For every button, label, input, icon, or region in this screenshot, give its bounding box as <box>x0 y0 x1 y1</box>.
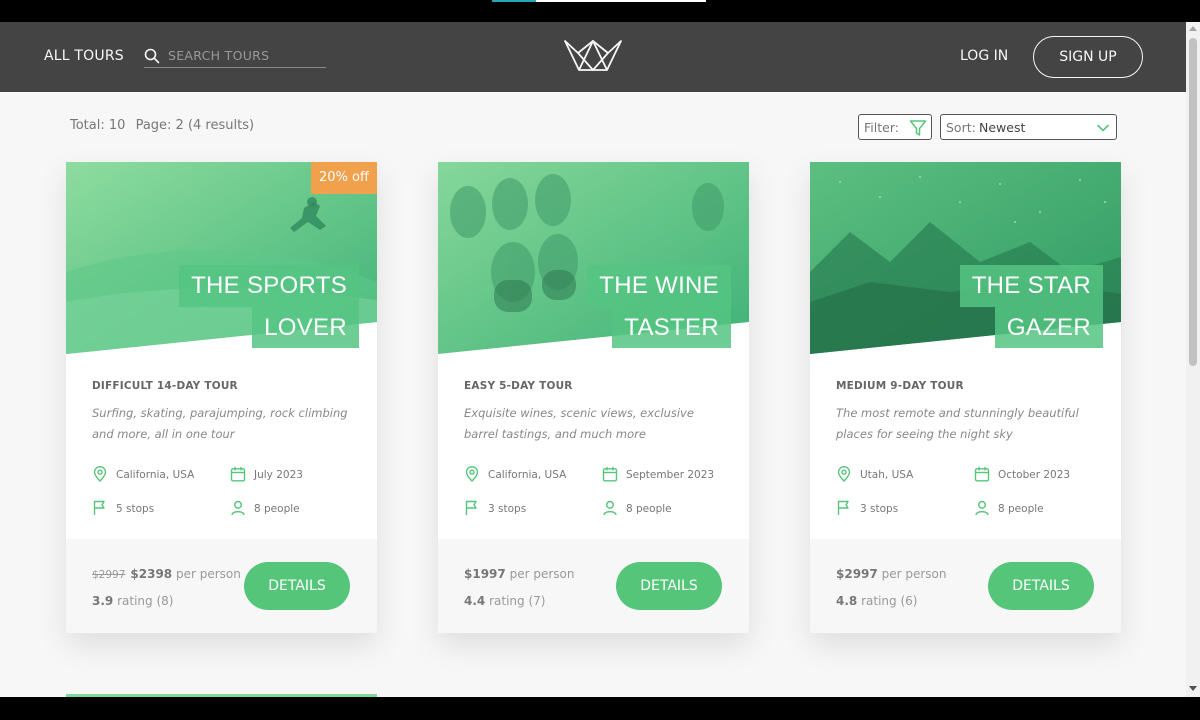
vertical-scrollbar[interactable] <box>1186 22 1200 697</box>
rating-value: 3.9 <box>92 594 114 608</box>
tour-subtitle: MEDIUM 9-DAY TOUR <box>836 380 964 392</box>
tour-card: THE WINE TASTER EASY 5-DAY TOUR Exquisit… <box>438 162 749 633</box>
chevron-down-icon <box>1097 124 1109 132</box>
per-person-label: per person <box>509 567 575 581</box>
rating-label: rating <box>489 594 525 608</box>
rating-value: 4.8 <box>836 594 858 608</box>
tour-image-surfer: 20% off THE SPORTS LOVER <box>66 162 377 354</box>
scroll-down-arrow-icon[interactable] <box>1189 686 1197 691</box>
filter-button[interactable]: Filter: <box>858 114 932 140</box>
filter-funnel-icon <box>909 120 927 136</box>
price: $2398 <box>130 567 173 581</box>
people-text: 8 people <box>254 503 300 515</box>
flag-icon <box>465 500 477 515</box>
stops-text: 5 stops <box>116 503 155 515</box>
search-input[interactable] <box>168 46 324 64</box>
window-top-indicator <box>492 0 706 2</box>
per-person-label: per person <box>175 567 241 581</box>
per-person-label: per person <box>881 567 947 581</box>
tour-description: Exquisite wines, scenic views, exclusive… <box>464 406 694 441</box>
tour-title: THE SPORTS LOVER <box>179 265 359 349</box>
flag-icon <box>837 500 849 515</box>
rating-line: 4.4 rating (7) <box>464 594 545 608</box>
search-box[interactable] <box>144 44 326 68</box>
scrollbar-thumb[interactable] <box>1189 38 1197 366</box>
tour-subtitle: DIFFICULT 14-DAY TOUR <box>92 380 238 392</box>
rating-count: (6) <box>900 594 918 608</box>
calendar-icon <box>602 467 618 482</box>
user-icon <box>975 500 989 516</box>
rating-value: 4.4 <box>464 594 486 608</box>
search-icon[interactable] <box>144 48 160 64</box>
price: $2997 <box>836 567 878 581</box>
page: ALL TOURS LOG IN SIGN UP Total: 10 Page:… <box>0 22 1200 697</box>
rating-count: (7) <box>528 594 546 608</box>
old-price: $2997 <box>92 569 126 581</box>
page-info: Page: 2 (4 results) <box>135 118 255 133</box>
total-count: Total: 10 <box>70 118 126 133</box>
tour-title-line1: THE SPORTS <box>179 265 359 307</box>
tour-subtitle: EASY 5-DAY TOUR <box>464 380 573 392</box>
tour-title-line2: TASTER <box>612 306 731 349</box>
signup-button[interactable]: SIGN UP <box>1033 36 1143 78</box>
rating-label: rating <box>117 594 153 608</box>
details-button[interactable]: DETAILS <box>244 562 350 610</box>
rating-label: rating <box>861 594 897 608</box>
location-text: California, USA <box>116 469 195 481</box>
user-icon <box>231 500 245 516</box>
tour-title-line1: THE STAR <box>959 265 1103 307</box>
calendar-icon <box>974 467 990 482</box>
price-line: $2997 per person <box>836 567 946 581</box>
login-link[interactable]: LOG IN <box>960 48 1008 64</box>
tour-card: 20% off THE SPORTS LOVER DIFFICULT 14-DA… <box>66 162 377 633</box>
date-text: July 2023 <box>254 469 303 481</box>
rating-line: 4.8 rating (6) <box>836 594 917 608</box>
map-pin-icon <box>465 466 479 482</box>
rating-line: 3.9 rating (8) <box>92 594 173 608</box>
tour-description: The most remote and stunningly beautiful… <box>836 406 1079 441</box>
sort-label: Sort: <box>946 120 976 135</box>
tour-title-line2: LOVER <box>252 306 359 349</box>
discount-badge: 20% off <box>311 162 377 194</box>
tour-card: THE STAR GAZER MEDIUM 9-DAY TOUR The mos… <box>810 162 1121 633</box>
card-footer: $2997 per person 4.8 rating (6) DETAILS <box>810 539 1121 633</box>
price-line: $2997 $2398 per person <box>92 567 241 581</box>
details-button[interactable]: DETAILS <box>616 562 722 610</box>
map-pin-icon <box>93 466 107 482</box>
all-tours-link[interactable]: ALL TOURS <box>44 48 124 64</box>
card-footer: $1997 per person 4.4 rating (7) DETAILS <box>438 539 749 633</box>
details-button[interactable]: DETAILS <box>988 562 1094 610</box>
user-icon <box>603 500 617 516</box>
calendar-icon <box>230 467 246 482</box>
price-line: $1997 per person <box>464 567 574 581</box>
tour-image-wine: THE WINE TASTER <box>438 162 749 354</box>
sort-value: Newest <box>979 120 1026 135</box>
date-text: October 2023 <box>998 469 1071 481</box>
location-text: California, USA <box>488 469 567 481</box>
site-header: ALL TOURS LOG IN SIGN UP <box>0 22 1186 92</box>
tour-title-line2: GAZER <box>994 306 1103 349</box>
tour-title-line1: THE WINE <box>587 265 731 307</box>
results-summary: Total: 10 Page: 2 (4 results) <box>70 118 260 133</box>
scroll-up-arrow-icon[interactable] <box>1189 26 1197 31</box>
people-text: 8 people <box>626 503 672 515</box>
stops-text: 3 stops <box>488 503 527 515</box>
filter-label: Filter: <box>864 120 899 135</box>
flag-icon <box>93 500 105 515</box>
tour-description: Surfing, skating, parajumping, rock clim… <box>92 406 348 441</box>
rating-count: (8) <box>156 594 174 608</box>
tour-title: THE STAR GAZER <box>959 265 1103 349</box>
tour-image-night-sky: THE STAR GAZER <box>810 162 1121 354</box>
price: $1997 <box>464 567 506 581</box>
next-tour-card-partial <box>66 694 377 697</box>
tour-title: THE WINE TASTER <box>587 265 731 349</box>
date-text: September 2023 <box>626 469 715 481</box>
map-pin-icon <box>837 466 851 482</box>
card-footer: $2997 $2398 per person 3.9 rating (8) DET… <box>66 539 377 633</box>
people-text: 8 people <box>998 503 1044 515</box>
stops-text: 3 stops <box>860 503 899 515</box>
sort-select[interactable]: Sort: Newest <box>940 114 1117 140</box>
crown-logo-icon[interactable] <box>563 39 623 73</box>
location-text: Utah, USA <box>860 469 914 481</box>
